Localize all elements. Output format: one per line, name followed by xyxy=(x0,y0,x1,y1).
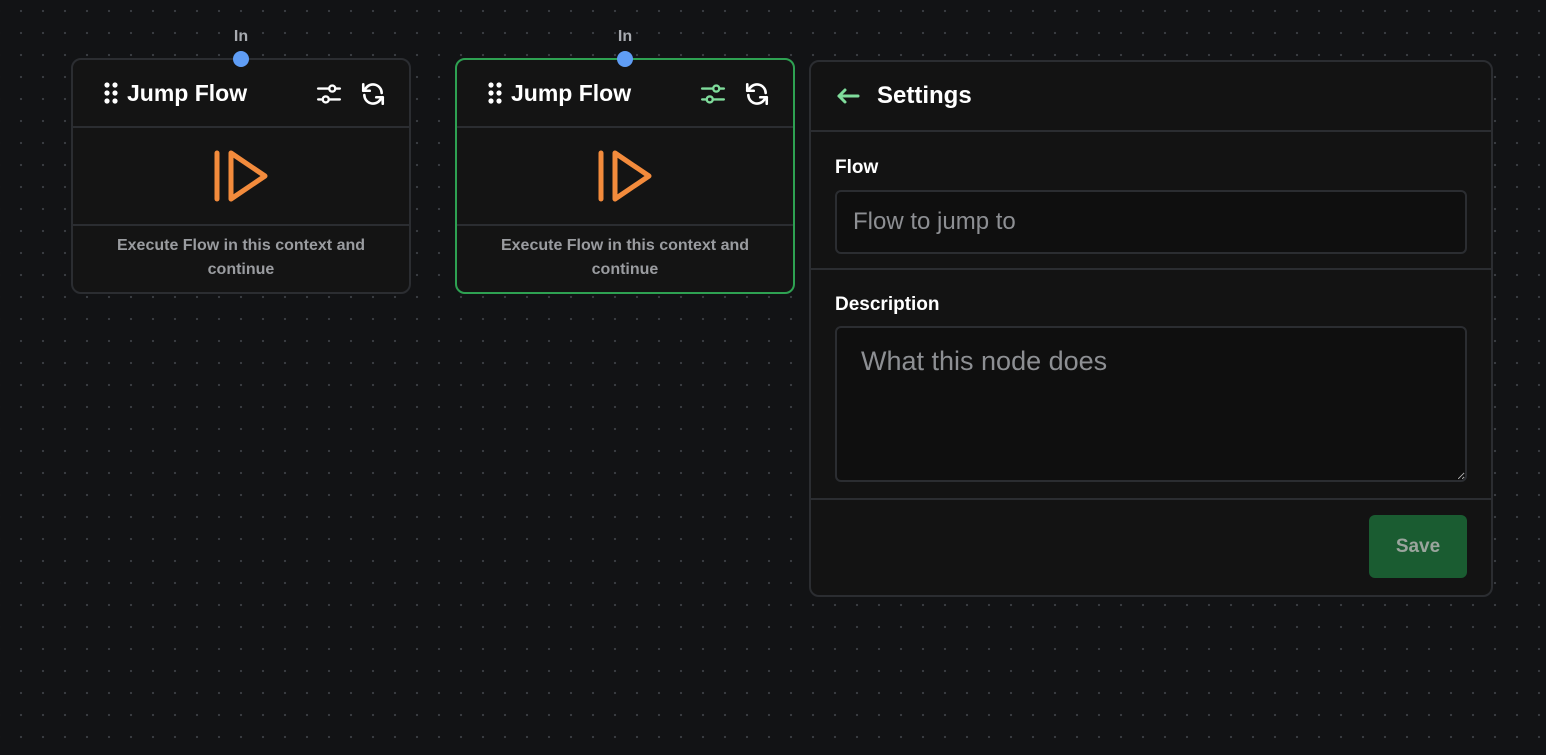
description-textarea[interactable] xyxy=(835,326,1467,482)
refresh-icon[interactable] xyxy=(744,81,770,107)
node-description: Execute Flow in this context and continu… xyxy=(116,237,366,278)
sliders-icon[interactable] xyxy=(700,81,726,107)
input-port-label: In xyxy=(233,28,249,45)
skip-forward-icon xyxy=(214,150,268,202)
settings-panel: Settings Flow Description Save xyxy=(809,60,1493,597)
description-label: Description xyxy=(835,294,940,315)
skip-forward-icon xyxy=(598,150,652,202)
refresh-icon[interactable] xyxy=(360,81,386,107)
drag-dots-icon[interactable] xyxy=(487,81,503,105)
jump-flow-node-selected[interactable]: Jump Flow Execute Flow in this context a… xyxy=(455,58,795,294)
sliders-icon[interactable] xyxy=(316,81,342,107)
flow-label: Flow xyxy=(835,157,879,178)
node-description: Execute Flow in this context and continu… xyxy=(500,237,750,278)
drag-dots-icon[interactable] xyxy=(103,81,119,105)
flow-section: Flow xyxy=(811,132,1491,270)
arrow-left-icon[interactable] xyxy=(835,86,861,106)
node-title: Jump Flow xyxy=(511,79,632,106)
settings-title: Settings xyxy=(877,82,972,109)
node-body xyxy=(73,128,409,226)
node-body xyxy=(457,128,793,226)
node-title: Jump Flow xyxy=(127,79,248,106)
input-port-handle[interactable] xyxy=(233,51,249,67)
node-header: Jump Flow xyxy=(457,60,793,128)
settings-header: Settings xyxy=(811,62,1491,132)
jump-flow-node[interactable]: Jump Flow Execute Flow in this context a… xyxy=(71,58,411,294)
save-button[interactable]: Save xyxy=(1369,515,1467,578)
input-port-label: In xyxy=(617,28,633,45)
flow-input[interactable] xyxy=(835,190,1467,254)
node-header: Jump Flow xyxy=(73,60,409,128)
description-section: Description xyxy=(811,270,1491,500)
input-port-handle[interactable] xyxy=(617,51,633,67)
